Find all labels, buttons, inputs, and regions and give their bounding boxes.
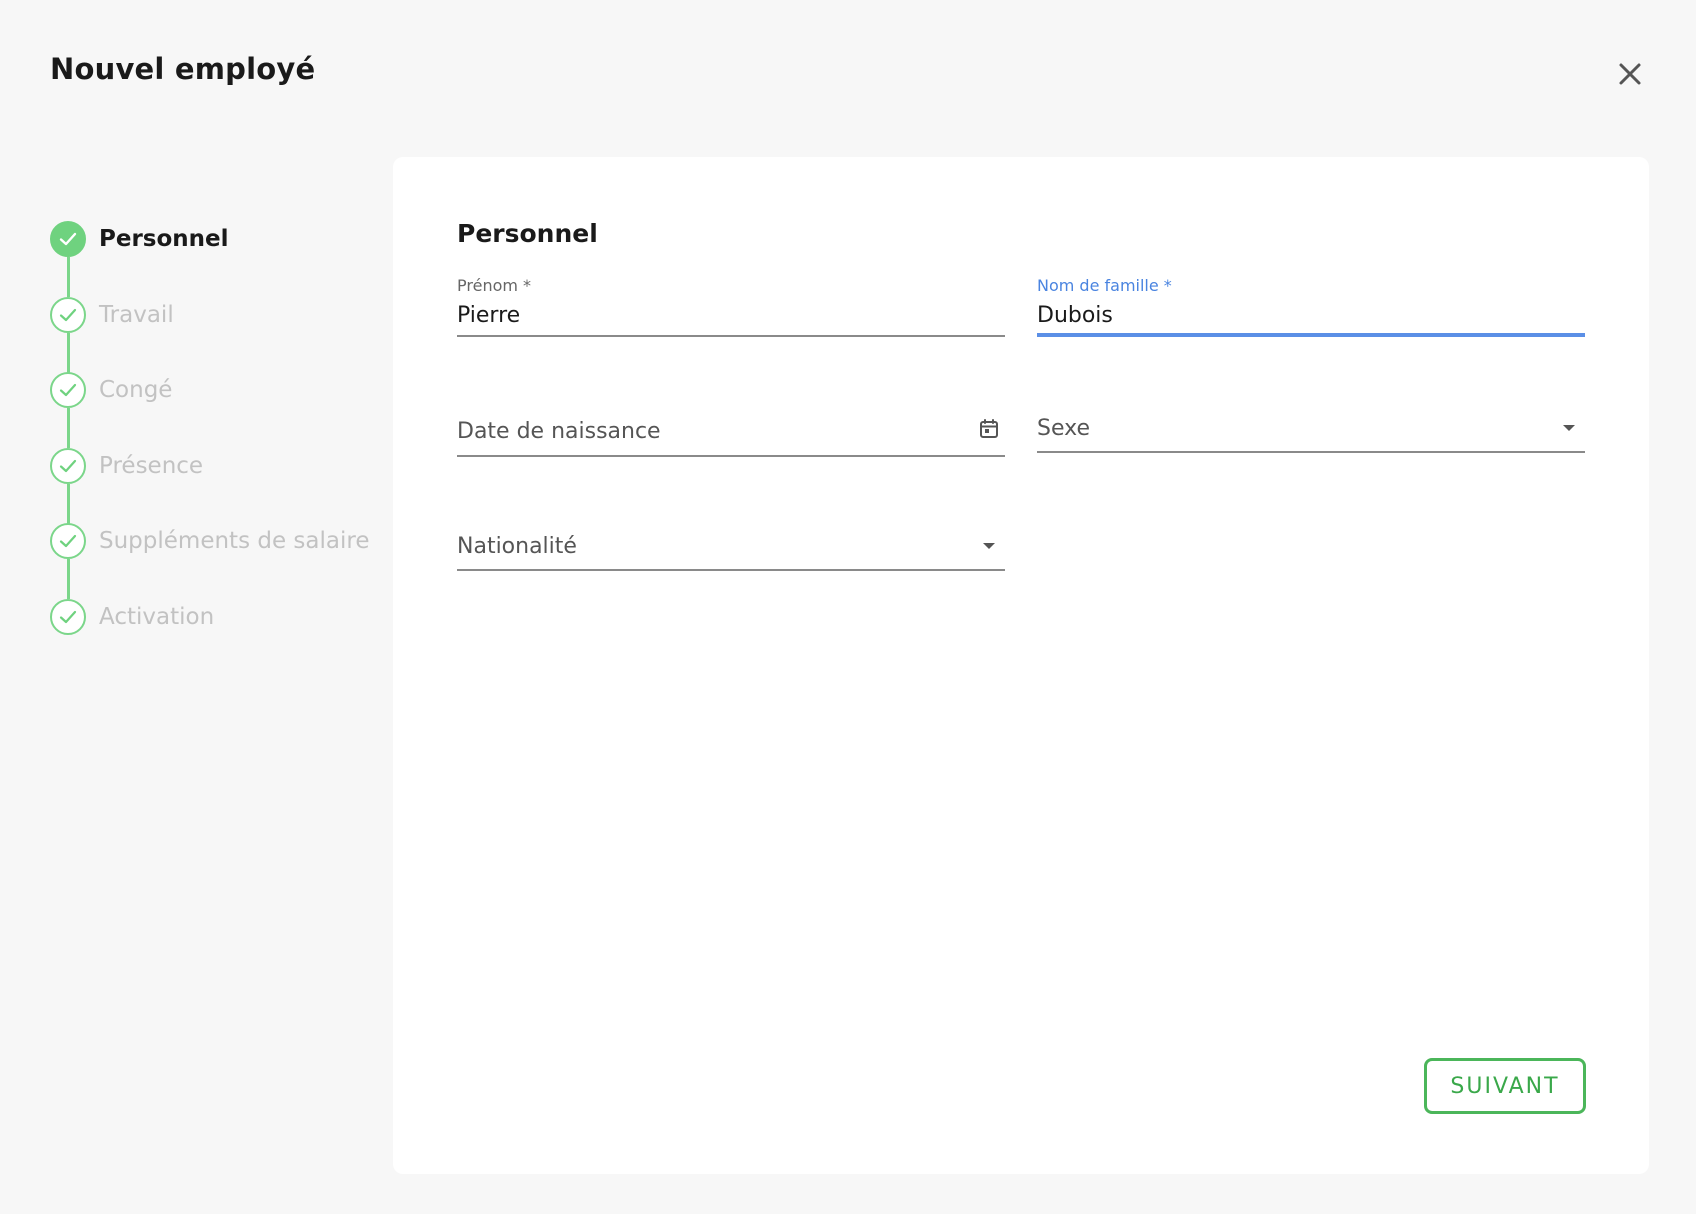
step-label: Personnel — [99, 226, 229, 252]
check-icon — [59, 610, 77, 623]
section-title: Personnel — [457, 219, 598, 248]
step-label: Congé — [99, 377, 173, 403]
step-conge[interactable]: Congé — [50, 372, 380, 448]
step-activation[interactable]: Activation — [50, 598, 380, 675]
step-status-circle — [50, 523, 86, 559]
gender-dropdown-toggle[interactable] — [1557, 417, 1581, 441]
step-label: Activation — [99, 603, 215, 630]
nationality-underline — [457, 569, 1005, 571]
step-label: Suppléments de salaire — [99, 528, 370, 554]
check-icon — [59, 534, 77, 548]
step-status-circle — [50, 447, 86, 484]
step-personnel[interactable]: Personnel — [50, 221, 380, 297]
nationality-select[interactable]: Nationalité — [457, 531, 1005, 573]
gender-select[interactable]: Sexe — [1037, 413, 1585, 455]
step-connector — [67, 408, 70, 448]
last-name-value: Dubois — [1037, 303, 1113, 328]
check-icon — [59, 459, 77, 472]
first-name-value: Pierre — [457, 303, 521, 328]
check-icon — [59, 383, 77, 397]
dropdown-arrow-icon — [1563, 425, 1575, 431]
step-connector — [67, 559, 70, 599]
form-card: Personnel Prénom * Pierre Nom de famille… — [393, 157, 1649, 1174]
dialog-title: Nouvel employé — [50, 52, 316, 86]
step-status-circle — [50, 372, 86, 408]
nationality-dropdown-toggle[interactable] — [977, 535, 1001, 559]
step-label: Présence — [99, 452, 204, 479]
gender-placeholder: Sexe — [1037, 416, 1090, 441]
birth-date-field[interactable]: Date de naissance — [457, 416, 1005, 458]
birth-date-placeholder: Date de naissance — [457, 419, 661, 444]
step-connector — [67, 257, 70, 297]
step-travail[interactable]: Travail — [50, 296, 380, 373]
dropdown-arrow-icon — [983, 543, 995, 549]
step-presence[interactable]: Présence — [50, 447, 380, 524]
check-icon — [59, 232, 77, 246]
birth-date-underline — [457, 455, 1005, 457]
last-name-label: Nom de famille * — [1037, 276, 1172, 295]
step-connector — [67, 332, 70, 373]
first-name-field[interactable]: Prénom * Pierre — [457, 276, 1005, 340]
last-name-field[interactable]: Nom de famille * Dubois — [1037, 276, 1585, 340]
calendar-button[interactable] — [977, 417, 1001, 441]
step-label: Travail — [99, 301, 174, 328]
next-button[interactable]: SUIVANT — [1424, 1058, 1586, 1114]
stepper: Personnel Travail Congé Présence Supplém… — [50, 221, 380, 674]
close-icon — [1619, 63, 1641, 85]
nationality-placeholder: Nationalité — [457, 534, 577, 559]
step-supplements-salaire[interactable]: Suppléments de salaire — [50, 523, 380, 599]
calendar-icon — [980, 419, 998, 438]
step-status-circle — [50, 221, 86, 257]
gender-underline — [1037, 451, 1585, 453]
first-name-underline — [457, 335, 1005, 337]
check-icon — [59, 308, 77, 321]
step-connector — [67, 483, 70, 524]
first-name-label: Prénom * — [457, 276, 532, 295]
step-status-circle — [50, 598, 86, 635]
last-name-underline — [1037, 333, 1585, 337]
step-status-circle — [50, 296, 86, 333]
close-button[interactable] — [1612, 56, 1648, 92]
